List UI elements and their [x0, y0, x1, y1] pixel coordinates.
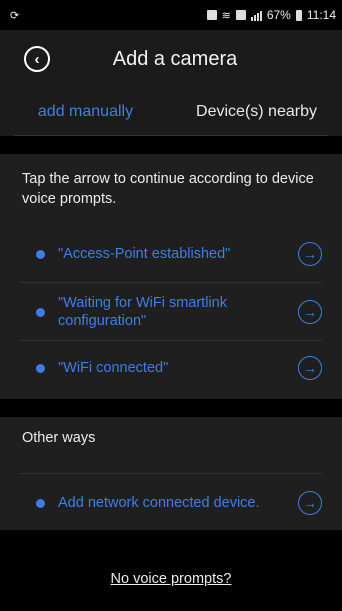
no-voice-prompts-link[interactable]: No voice prompts? — [111, 571, 232, 587]
divider — [20, 473, 322, 474]
voice-prompts-panel: Tap the arrow to continue according to d… — [0, 154, 342, 399]
app-header: ‹ Add a camera — [0, 30, 342, 88]
divider — [20, 340, 322, 341]
add-network-device-row[interactable]: Add network connected device. → — [20, 481, 322, 525]
other-ways-panel: Other ways Add network connected device.… — [0, 417, 342, 530]
arrow-right-circle-icon[interactable]: → — [298, 300, 322, 324]
other-item-label: Add network connected device. — [58, 495, 260, 511]
prompt-row-smartlink[interactable]: "Waiting for WiFi smartlink configuratio… — [20, 288, 322, 336]
battery-icon — [295, 9, 302, 21]
tab-bar: add manually Device(s) nearby — [0, 88, 342, 136]
bullet-icon — [36, 498, 45, 508]
battery-percent: 67% — [266, 8, 291, 22]
status-right: ≋ 67% 11:14 — [206, 8, 336, 22]
chevron-left-icon: ‹ — [34, 50, 40, 68]
other-ways-title: Other ways — [22, 430, 96, 446]
section-gap — [0, 399, 342, 417]
divider — [20, 282, 322, 283]
prompt-row-wifi-connected[interactable]: "WiFi connected" → — [20, 346, 322, 390]
notification-icon — [206, 10, 217, 20]
prompt-row-access-point[interactable]: "Access-Point established" → — [20, 232, 322, 276]
section-gap — [0, 136, 342, 154]
prompt-label: "WiFi connected" — [58, 360, 169, 376]
sim-icon — [235, 10, 246, 20]
status-bar: ⟳ ≋ 67% 11:14 — [0, 0, 342, 30]
arrow-right-circle-icon[interactable]: → — [298, 242, 322, 266]
sync-icon: ⟳ — [10, 9, 20, 22]
bullet-icon — [36, 363, 45, 373]
arrow-right-circle-icon[interactable]: → — [298, 356, 322, 380]
instructions-text: Tap the arrow to continue according to d… — [22, 171, 314, 207]
bullet-icon — [36, 249, 45, 259]
bullet-icon — [36, 307, 45, 317]
prompt-label: "Access-Point established" — [58, 246, 231, 262]
back-button[interactable]: ‹ — [24, 46, 50, 72]
tab-devices-nearby[interactable]: Device(s) nearby — [171, 88, 342, 136]
arrow-right-circle-icon[interactable]: → — [298, 491, 322, 515]
wifi-icon: ≋ — [221, 9, 231, 22]
bottom-bar: No voice prompts? — [0, 547, 342, 611]
page-title: Add a camera — [112, 47, 238, 70]
tab-add-manually[interactable]: add manually — [0, 88, 171, 136]
clock: 11:14 — [306, 8, 336, 22]
prompt-label: "Waiting for WiFi smartlink configuratio… — [58, 295, 227, 329]
signal-icon — [250, 10, 262, 21]
